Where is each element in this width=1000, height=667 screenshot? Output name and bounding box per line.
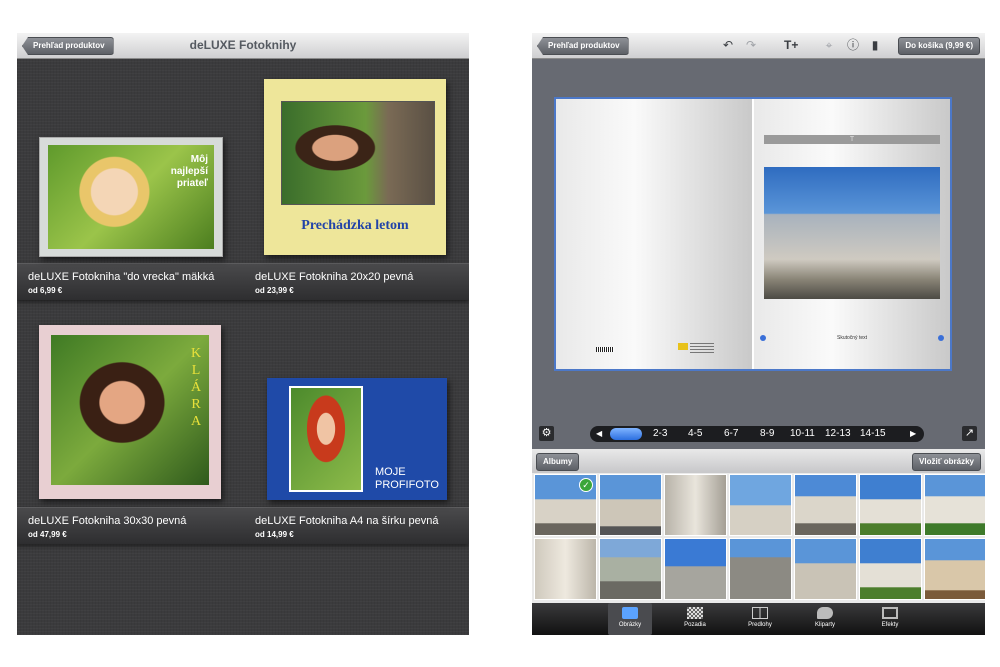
tab-templates[interactable]: Predlohy xyxy=(738,603,782,635)
photo-thumbnail[interactable]: ✓ xyxy=(534,474,597,536)
photo-thumbnail[interactable] xyxy=(599,538,662,600)
product-price: od 6,99 € xyxy=(28,286,63,295)
tab-label: Obrázky xyxy=(618,622,642,628)
photo-thumbnail[interactable] xyxy=(534,538,597,600)
product-overview-screen: Prehľad produktov deLUXE Fotoknihy Môj n… xyxy=(17,33,469,635)
book-cover-photo xyxy=(51,335,209,485)
crop-icon[interactable]: ⌖ xyxy=(822,38,836,52)
back-button[interactable]: Prehľad produktov xyxy=(537,37,629,55)
page-8-9[interactable]: 8-9 xyxy=(760,426,774,442)
expand-icon[interactable]: ↗ xyxy=(962,426,977,441)
layout-icon xyxy=(752,607,768,619)
cover-text: KLÁRA xyxy=(190,346,202,429)
right-page[interactable]: T Skutočný text xyxy=(754,99,950,369)
resize-handle[interactable] xyxy=(938,335,944,341)
camera-icon xyxy=(622,607,638,619)
page-navigator: ◀ 2-3 4-5 6-7 8-9 10-11 12-13 14-15 ▶ xyxy=(590,426,924,442)
product-price: od 23,99 € xyxy=(255,286,294,295)
tab-images[interactable]: Obrázky xyxy=(608,603,652,635)
imprint-text xyxy=(690,343,714,353)
tab-label: Pozadia xyxy=(684,622,706,628)
photo-thumbnail[interactable] xyxy=(924,538,985,600)
photo-thumbnail[interactable] xyxy=(664,538,727,600)
insert-images-button[interactable]: Vložiť obrázky xyxy=(912,453,981,471)
product-name[interactable]: deLUXE Fotokniha 20x20 pevná xyxy=(255,271,413,283)
tab-label: Kliparty xyxy=(814,622,835,628)
speech-bubble-icon xyxy=(817,607,833,619)
undo-icon[interactable]: ↶ xyxy=(721,38,735,52)
redo-icon[interactable]: ↷ xyxy=(744,38,758,52)
page-14-15[interactable]: 14-15 xyxy=(860,426,886,442)
photo-caption[interactable]: Skutočný text xyxy=(754,335,950,341)
cover-text: Môj najlepší priateľ xyxy=(170,154,208,189)
left-page[interactable] xyxy=(556,99,752,369)
page-2-3[interactable]: 2-3 xyxy=(653,426,667,442)
cover-text: Prechádzka letom xyxy=(301,218,409,233)
logo xyxy=(678,343,688,350)
next-page-arrow-icon[interactable]: ▶ xyxy=(910,426,916,442)
book-cover-photo xyxy=(289,386,363,492)
page-6-7[interactable]: 6-7 xyxy=(724,426,738,442)
photo-thumbnail[interactable] xyxy=(664,474,727,536)
tab-label: Predlohy xyxy=(748,622,772,628)
product-price: od 14,99 € xyxy=(255,530,294,539)
add-text-icon[interactable]: T+ xyxy=(784,38,798,52)
photo-thumbnail[interactable] xyxy=(859,538,922,600)
settings-gear-icon[interactable]: ⚙ xyxy=(539,426,554,441)
photo-thumbnail[interactable] xyxy=(729,538,792,600)
photo-thumbnail[interactable] xyxy=(859,474,922,536)
product-card-a4[interactable]: MOJE PROFIFOTO xyxy=(267,378,447,500)
photo-thumbnail[interactable] xyxy=(924,474,985,536)
product-card-30x30[interactable]: KLÁRA xyxy=(39,325,221,499)
page-header-bar[interactable]: T xyxy=(764,135,940,144)
tab-bar: Obrázky Pozadia Predlohy Kliparty Efekty xyxy=(532,603,985,635)
photo-thumbnail[interactable] xyxy=(794,474,857,536)
page-photo[interactable] xyxy=(764,167,940,299)
albums-button[interactable]: Albumy xyxy=(536,453,580,471)
cover-text: MOJE PROFIFOTO xyxy=(375,466,439,491)
tab-cliparts[interactable]: Kliparty xyxy=(803,603,847,635)
page-12-13[interactable]: 12-13 xyxy=(825,426,851,442)
barcode xyxy=(596,347,614,352)
photo-thumbnail[interactable] xyxy=(599,474,662,536)
product-name[interactable]: deLUXE Fotokniha A4 na šírku pevná xyxy=(255,515,438,527)
page-4-5[interactable]: 4-5 xyxy=(688,426,702,442)
add-to-cart-button[interactable]: Do košíka (9,99 €) xyxy=(898,37,980,55)
editor-toolbar: Prehľad produktov ↶ ↷ T+ ⌖ ⓘ ▮ Do košíka… xyxy=(532,33,985,59)
photo-source-bar: Albumy Vložiť obrázky xyxy=(532,449,985,473)
photo-thumbnail[interactable] xyxy=(794,538,857,600)
product-card-20x20[interactable]: Prechádzka letom xyxy=(264,79,446,255)
pattern-icon xyxy=(687,607,703,619)
nav-bar: Prehľad produktov deLUXE Fotoknihy xyxy=(17,33,469,59)
resize-handle[interactable] xyxy=(760,335,766,341)
product-price: od 47,99 € xyxy=(28,530,67,539)
cover-page-selector[interactable] xyxy=(610,428,642,440)
page-10-11[interactable]: 10-11 xyxy=(790,426,815,442)
product-name[interactable]: deLUXE Fotokniha "do vrecka" mäkká xyxy=(28,271,214,283)
tab-label: Efekty xyxy=(881,622,899,628)
tab-effects[interactable]: Efekty xyxy=(868,603,912,635)
product-card-pocket[interactable]: Môj najlepší priateľ xyxy=(39,137,223,257)
selected-check-icon: ✓ xyxy=(579,478,593,492)
photo-thumbnail[interactable] xyxy=(729,474,792,536)
photobook-editor-screen: Prehľad produktov ↶ ↷ T+ ⌖ ⓘ ▮ Do košíka… xyxy=(532,33,985,635)
photo-grid: ✓ xyxy=(532,473,985,603)
page-title: deLUXE Fotoknihy xyxy=(189,38,297,52)
product-name[interactable]: deLUXE Fotokniha 30x30 pevná xyxy=(28,515,186,527)
prev-page-arrow-icon[interactable]: ◀ xyxy=(596,426,602,442)
tab-backgrounds[interactable]: Pozadia xyxy=(673,603,717,635)
frame-icon xyxy=(882,607,898,619)
info-icon[interactable]: ⓘ xyxy=(846,38,860,52)
trash-icon[interactable]: ▮ xyxy=(868,38,882,52)
book-spread[interactable]: T Skutočný text xyxy=(554,97,952,371)
book-cover-photo xyxy=(281,101,435,205)
